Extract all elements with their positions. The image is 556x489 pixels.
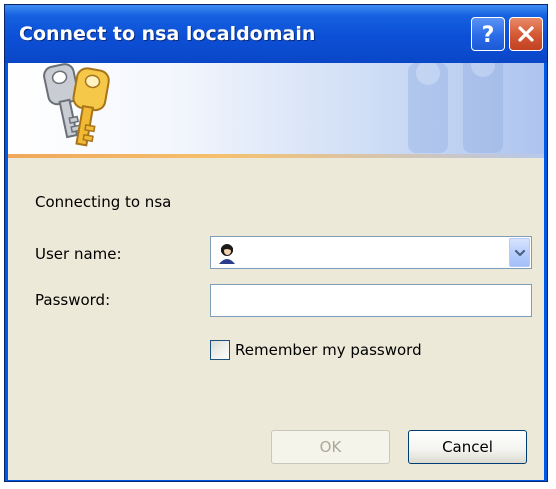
username-label: User name: (35, 245, 122, 263)
remember-password-checkbox[interactable] (210, 340, 230, 360)
help-button[interactable]: ? (471, 17, 505, 51)
close-icon (518, 26, 534, 42)
svg-text:?: ? (482, 23, 495, 46)
help-icon: ? (482, 23, 495, 46)
username-combobox[interactable] (210, 236, 532, 269)
banner-divider (8, 154, 544, 158)
window-title: Connect to nsa localdomain (19, 23, 316, 45)
password-label: Password: (35, 291, 111, 309)
ok-button[interactable]: OK (271, 430, 390, 464)
remember-password-label[interactable]: Remember my password (235, 341, 422, 359)
cancel-button[interactable]: Cancel (408, 430, 527, 464)
remember-password-option[interactable]: Remember my password (210, 338, 422, 362)
user-icon (219, 244, 235, 264)
dialog-window: Connect to nsa localdomain ? Connecting … (4, 4, 548, 482)
username-dropdown-button[interactable] (509, 238, 530, 267)
password-input[interactable] (210, 284, 532, 317)
title-bar[interactable]: Connect to nsa localdomain ? (5, 5, 547, 63)
username-input[interactable] (241, 241, 495, 265)
banner (8, 63, 544, 154)
dialog-body: Connecting to nsa User name: Password: R… (8, 63, 544, 480)
keys-watermark-icon (408, 63, 503, 153)
chevron-down-icon (514, 249, 525, 256)
close-button[interactable] (509, 17, 543, 51)
keys-icon (43, 63, 110, 147)
connecting-text: Connecting to nsa (35, 193, 172, 211)
